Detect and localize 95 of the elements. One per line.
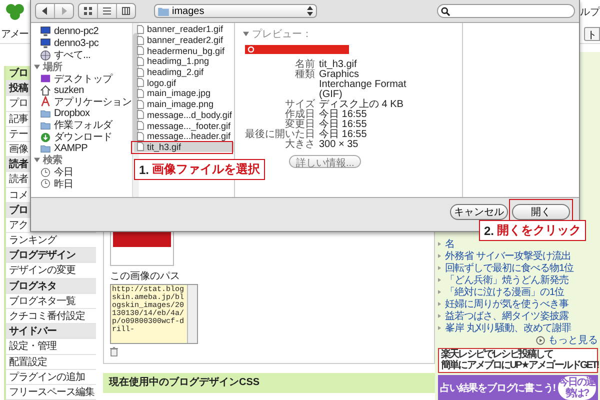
file-item[interactable]: headimg_1.png (134, 56, 234, 67)
section-heading: 現在使用中のブログデザインCSS (103, 373, 435, 393)
file-item[interactable]: tit_h3.gif (134, 142, 234, 152)
folder-icon (158, 6, 169, 16)
news-link[interactable]: 名 (445, 237, 454, 251)
file-item[interactable]: logo.gif (134, 77, 234, 88)
news-link[interactable]: 外務省 サイバー攻撃受け流出 (445, 249, 571, 263)
header-button[interactable]: ト (584, 26, 600, 40)
search-icon (441, 6, 450, 16)
nav-link[interactable]: アメー (1, 26, 28, 40)
info-value: ディスク上の 4 KB (319, 100, 404, 110)
sidebar-item[interactable]: フリースペース編集 (6, 384, 96, 400)
monitor-icon (40, 26, 51, 38)
sidebar-item[interactable]: XAMPP (34, 142, 132, 155)
back-forward-control[interactable] (35, 3, 74, 19)
step-number: 2. (484, 224, 494, 238)
file-item[interactable]: headermenu_bg.gif (134, 45, 234, 56)
info-label: 大きさ (284, 140, 315, 150)
file-item[interactable]: banner_reader1.gif (134, 24, 234, 35)
file-item[interactable]: headimg_2.gif (134, 66, 234, 78)
view-mode-control[interactable] (78, 3, 136, 19)
info-value: 今日 16:55 (319, 120, 368, 130)
annotation-text: 画像ファイルを選択 (152, 161, 260, 178)
folder-icon (40, 120, 51, 131)
search-field[interactable] (437, 4, 575, 18)
more-link[interactable]: もっと見る (548, 333, 598, 347)
info-value: 300 × 35 (319, 140, 360, 150)
up-down-arrows-icon (307, 6, 313, 16)
news-link[interactable]: 「絶対に泣ける漫画」の1位 (445, 285, 564, 299)
sidebar-item[interactable]: denno-pc2 (34, 26, 132, 38)
info-label: 最後に開いた日 (244, 130, 315, 140)
trash-icon[interactable] (110, 347, 118, 357)
clock-icon (40, 178, 51, 190)
info-label: サイズ (284, 100, 315, 110)
news-link[interactable]: 峯岸 丸刈り騒動、改めて謝罪 (445, 321, 571, 335)
preview-heading: プレビュー： (252, 28, 312, 41)
sidebar-item[interactable]: 設定・管理 (6, 339, 96, 355)
compass-icon (40, 96, 51, 108)
info-label: 種類 (294, 70, 315, 82)
news-link[interactable]: 「どん兵衛」焼うどん新発売 (445, 273, 568, 287)
info-value: Graphics Interchange Format (GIF) (319, 70, 408, 100)
more-info-button[interactable]: 詳しい情報... (289, 155, 362, 168)
news-link[interactable]: 益若つばさ、網タイツ姿披露 (445, 309, 568, 323)
info-value: 今日 16:55 (319, 110, 368, 120)
file-item[interactable]: message...d_body.gif (134, 110, 234, 120)
clover-logo-icon[interactable] (5, 3, 25, 21)
sidebar-item[interactable]: 昨日 (34, 178, 132, 190)
field-label: この画像のパス (110, 270, 181, 283)
file-item[interactable]: message...header.gif (134, 130, 234, 142)
column-view-icon (122, 7, 130, 15)
disclosure-triangle-icon[interactable] (34, 64, 40, 70)
forward-icon (60, 7, 68, 15)
news-link[interactable]: 妊婦に周りが気を使うべき事 (445, 297, 568, 311)
play-circle-icon (536, 336, 545, 344)
sidebar-item[interactable]: アプリケーション (34, 96, 132, 108)
desktop-icon (40, 73, 51, 84)
info-label: 変更日 (284, 120, 315, 130)
info-label: 名前 (294, 60, 315, 70)
sidebar-item[interactable]: 作業フォルダ (34, 120, 132, 132)
grid-view-icon (84, 7, 92, 15)
info-value: 今日 16:55 (319, 130, 368, 140)
sidebar-item[interactable]: ブログネタ一覧 (6, 294, 96, 309)
news-link[interactable]: 回転ずしで最初に食べる物1位 (445, 261, 574, 275)
globe-icon (40, 50, 51, 61)
file-item[interactable]: main_image.png (134, 98, 234, 110)
clock-icon (40, 166, 51, 178)
disclosure-triangle-icon[interactable] (34, 157, 40, 164)
file-item[interactable]: banner_reader2.gif (134, 34, 234, 46)
back-icon (41, 7, 49, 15)
folder-icon (40, 143, 51, 154)
nav-link[interactable]: ルプ (580, 5, 600, 19)
file-item[interactable]: main_image.jpg (134, 88, 234, 99)
list-view-icon (103, 7, 111, 15)
sidebar-item[interactable]: 配置設定 (6, 354, 96, 370)
monitor-icon (40, 38, 51, 50)
disclosure-triangle-icon[interactable] (243, 31, 249, 37)
house-icon (40, 84, 51, 96)
file-item[interactable]: message..._footer.gif (134, 120, 234, 131)
dialog-button[interactable]: 開く (512, 204, 570, 220)
step-number: 1. (139, 162, 150, 176)
sidebar-item[interactable]: プラグインの追加 (6, 370, 96, 385)
sidebar-heading: ブログデザイン (6, 248, 96, 264)
info-label: 作成日 (284, 110, 315, 120)
dialog-button[interactable]: キャンセル (450, 204, 508, 220)
sidebar-item[interactable]: すべて... (34, 49, 132, 62)
annotation-text: 開くをクリック (497, 222, 582, 239)
sidebar-item[interactable]: Dropbox (34, 108, 132, 120)
location-dropdown[interactable]: images (154, 4, 317, 18)
folder-icon (40, 108, 51, 120)
sidebar-heading: ブログネタ (6, 278, 96, 294)
sidebar-heading: サイドバー (6, 324, 96, 340)
sidebar-item[interactable]: denno3-pc (34, 38, 132, 50)
download-icon (40, 132, 51, 143)
info-value: tit_h3.gif (319, 60, 357, 70)
sidebar-item[interactable]: ダウンロード (34, 131, 132, 143)
